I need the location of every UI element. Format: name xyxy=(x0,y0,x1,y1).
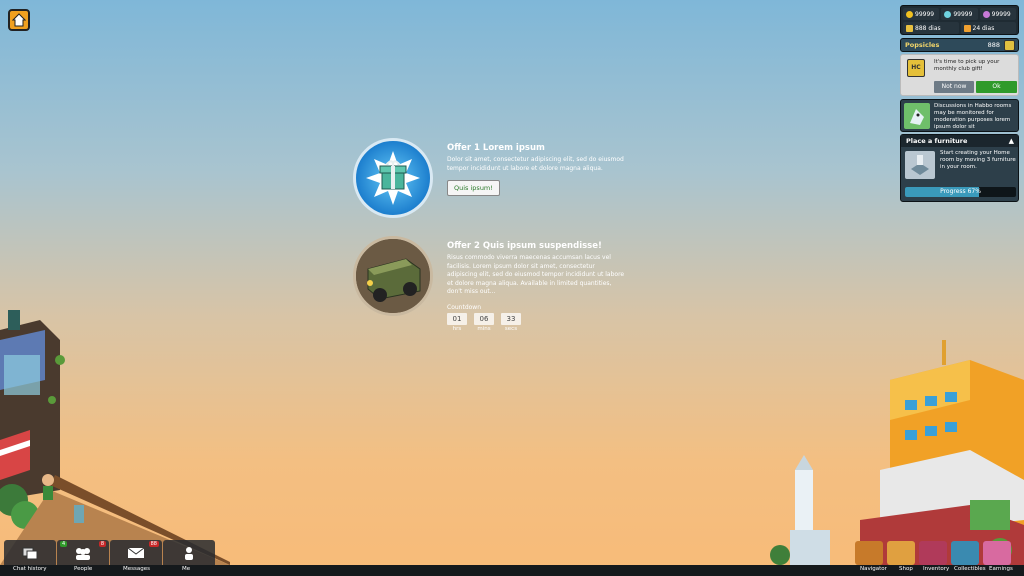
people-icon xyxy=(76,547,90,560)
chat-history-button[interactable] xyxy=(4,540,56,565)
place-furniture-title: Place a furniture xyxy=(906,137,968,145)
offer-2-title: Offer 2 Quis ipsum suspendisse! xyxy=(447,241,602,251)
chat-history-label[interactable]: Chat history xyxy=(13,566,47,572)
moderation-notice: Discussions in Habbo rooms may be monito… xyxy=(900,99,1019,132)
countdown-minutes: 06 xyxy=(474,312,494,325)
navigator-label[interactable]: Navigator xyxy=(860,566,887,572)
quest-progress-bar: Progress 67% xyxy=(905,187,1016,197)
countdown: 01 hrs 06 mins 33 secs xyxy=(447,312,627,332)
bottom-left-toolbar: 4 8 88 xyxy=(4,540,215,565)
me-icon xyxy=(185,546,193,560)
countdown-hours-unit: hrs xyxy=(452,325,462,332)
place-furniture-message: Start creating your Home room by moving … xyxy=(940,150,1016,170)
ok-button[interactable]: Ok xyxy=(976,81,1017,93)
club-gift-notification: HC It's time to pick up your monthly clu… xyxy=(900,54,1019,96)
offer-1-title: Offer 1 Lorem ipsum xyxy=(447,143,545,153)
earnings-label[interactable]: Earnings xyxy=(989,566,1013,572)
bottom-bar: Chat history People Messages Me Navigato… xyxy=(0,565,1024,576)
place-furniture-quest: Place a furniture ▲ Start creating your … xyxy=(900,134,1019,202)
gift-icon[interactable] xyxy=(353,138,433,218)
chat-history-icon xyxy=(22,547,38,559)
shop-label[interactable]: Shop xyxy=(899,566,913,572)
builder-icon xyxy=(963,24,971,32)
me-label[interactable]: Me xyxy=(182,566,190,572)
messages-badge: 88 xyxy=(148,541,159,547)
builder-days-value: 24 dias xyxy=(972,24,995,32)
inventory-icon[interactable] xyxy=(919,541,947,565)
progress-label: Progress xyxy=(940,188,966,195)
people-online-badge: 4 xyxy=(60,541,68,547)
offer-1-button[interactable]: Quis ipsum! xyxy=(447,180,500,196)
diamonds-counter[interactable]: 99999 xyxy=(941,8,978,20)
credits-counter[interactable]: 99999 xyxy=(903,8,940,20)
diamonds-value: 99999 xyxy=(953,10,973,18)
jeep-icon[interactable] xyxy=(353,236,433,316)
right-scenery xyxy=(770,320,1024,565)
hc-icon xyxy=(906,24,913,32)
bottom-right-toolbar xyxy=(855,541,1011,565)
countdown-seconds-unit: secs xyxy=(504,325,518,332)
duckets-counter[interactable]: 99999 xyxy=(979,8,1016,20)
popsicles-bar[interactable]: Popsicles 888 xyxy=(900,38,1019,52)
moderation-message: Discussions in Habbo rooms may be monito… xyxy=(934,103,1012,130)
shark-icon xyxy=(904,103,930,129)
messages-button[interactable]: 88 xyxy=(110,540,162,565)
coin-icon xyxy=(906,10,913,18)
people-button[interactable]: 4 8 xyxy=(57,540,109,565)
popsicles-label: Popsicles xyxy=(905,41,940,49)
left-scenery xyxy=(0,300,230,565)
people-label[interactable]: People xyxy=(74,566,92,572)
collectibles-icon[interactable] xyxy=(951,541,979,565)
chevron-up-icon[interactable]: ▲ xyxy=(1009,135,1014,147)
messages-icon xyxy=(127,547,145,558)
ducket-icon xyxy=(982,10,990,18)
club-gift-message: It's time to pick up your monthly club g… xyxy=(934,59,1000,72)
not-now-button[interactable]: Not now xyxy=(934,81,974,93)
home-icon xyxy=(12,13,26,27)
me-button[interactable] xyxy=(163,540,215,565)
credits-value: 99999 xyxy=(915,10,935,18)
progress-value: 67% xyxy=(967,188,981,195)
hc-days-value: 888 dias xyxy=(915,24,941,32)
navigator-icon[interactable] xyxy=(855,541,883,565)
home-button[interactable] xyxy=(8,9,30,31)
offer-1-description: Dolor sit amet, consectetur adipiscing e… xyxy=(447,156,624,172)
earnings-icon[interactable] xyxy=(983,541,1011,565)
countdown-minutes-unit: mins xyxy=(477,325,491,332)
duckets-value: 99999 xyxy=(991,10,1011,18)
wallet-panel: 99999 99999 99999 888 dias 24 dias xyxy=(900,5,1019,35)
builder-days-counter[interactable]: 24 dias xyxy=(960,22,1016,34)
inventory-label[interactable]: Inventory xyxy=(923,566,949,572)
offer-2-description: Risus commodo viverra maecenas accumsan … xyxy=(447,254,625,295)
furniture-icon xyxy=(905,151,935,179)
hc-days-counter[interactable]: 888 dias xyxy=(903,22,959,34)
countdown-seconds: 33 xyxy=(501,312,521,325)
people-requests-badge: 8 xyxy=(98,541,106,547)
hc-icon: HC xyxy=(907,59,925,77)
shop-icon[interactable] xyxy=(887,541,915,565)
collectibles-label[interactable]: Collectibles xyxy=(954,566,986,572)
popsicle-icon xyxy=(1004,39,1015,51)
countdown-hours: 01 xyxy=(447,312,467,325)
popsicles-count: 888 xyxy=(987,41,1000,49)
diamond-icon xyxy=(944,10,952,18)
countdown-label: Countdown xyxy=(447,303,482,311)
messages-label[interactable]: Messages xyxy=(123,566,150,572)
